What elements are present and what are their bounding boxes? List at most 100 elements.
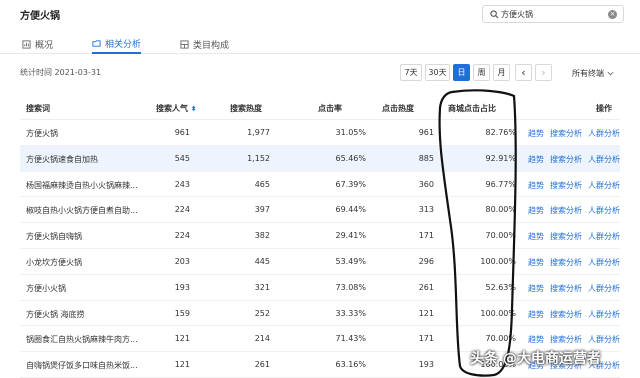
cell-mall-share: 70.00% — [485, 334, 516, 344]
terminal-label: 所有终端 — [572, 69, 604, 78]
trend-link[interactable]: 趋势 — [528, 257, 544, 268]
cell-click-heat: 261 — [418, 282, 434, 292]
row-actions: 趋势 搜索分析 人群分析 — [528, 154, 620, 165]
cell-mall-share: 92.91% — [485, 153, 516, 163]
trend-link[interactable]: 趋势 — [528, 231, 544, 242]
col-keyword: 搜索词 — [26, 104, 50, 113]
search-analysis-link[interactable]: 搜索分析 — [550, 309, 582, 320]
cell-popularity: 121 — [174, 334, 190, 344]
table-body: 方便火锅 961 1,977 31.05% 961 82.76% 趋势 搜索分析 人群分析 方便火… — [20, 120, 620, 378]
crowd-analysis-link[interactable]: 人群分析 — [588, 334, 620, 345]
cell-popularity: 224 — [174, 205, 190, 215]
table-row[interactable]: 杨国福麻辣烫自热小火锅麻辣... 243 465 67.39% 360 96.77% 趋势搜… — [20, 172, 620, 198]
chevron-down-icon — [607, 69, 614, 78]
trend-link[interactable]: 趋势 — [528, 334, 544, 345]
crowd-analysis-link[interactable]: 人群分析 — [588, 283, 620, 294]
tab-related-analysis[interactable]: 相关分析 — [92, 34, 142, 54]
tab-overview[interactable]: 概况 — [22, 34, 53, 54]
grid-icon — [180, 39, 189, 49]
next-button[interactable]: › — [535, 64, 552, 81]
toolbar: 统计时间 2021-03-31 7天 30天 日 周 月 ‹ › 所有终端 — [0, 62, 640, 84]
cell-click-heat: 193 — [418, 360, 434, 370]
range-7d-button[interactable]: 7天 — [400, 64, 422, 81]
table-row[interactable]: 方便小火锅 193 321 73.08% 261 52.63% 趋势 搜索分析 人群分析 — [20, 275, 620, 301]
cell-keyword: 方便火锅速食自加热 — [26, 154, 98, 164]
cell-ctr: 73.08% — [335, 282, 366, 292]
cell-heat: 1,152 — [247, 153, 270, 163]
table-row[interactable]: 方便火锅速食自加热 545 1,152 65.46% 885 92.91% 趋势 搜索分析 人群… — [20, 145, 620, 172]
cell-mall-share: 96.77% — [485, 179, 516, 189]
cell-keyword: 方便火锅 海底捞 — [26, 309, 85, 319]
terminal-select[interactable]: 所有终端 — [572, 68, 614, 79]
table-header: 搜索词 搜索人气 ⬍ 搜索热度 点击率 点击热度 商城点击占比 操作 — [20, 96, 620, 120]
trend-link[interactable]: 趋势 — [528, 283, 544, 294]
col-popularity[interactable]: 搜索人气 ⬍ — [156, 103, 197, 114]
cell-popularity: 545 — [174, 153, 190, 163]
cell-heat: 445 — [254, 256, 270, 266]
cell-heat: 261 — [254, 360, 270, 370]
trend-link[interactable]: 趋势 — [528, 205, 544, 216]
trend-link[interactable]: 趋势 — [528, 128, 544, 139]
col-heat: 搜索热度 — [230, 104, 262, 113]
col-click-heat: 点击热度 — [382, 104, 414, 113]
cell-popularity: 121 — [174, 360, 190, 370]
search-analysis-link[interactable]: 搜索分析 — [550, 257, 582, 268]
row-actions: 趋势 搜索分析 人群分析 — [528, 309, 620, 320]
search-analysis-link[interactable]: 搜索分析 — [550, 231, 582, 242]
crowd-analysis-link[interactable]: 人群分析 — [588, 309, 620, 320]
range-30d-button[interactable]: 30天 — [425, 64, 450, 81]
trend-link[interactable]: 趋势 — [528, 309, 544, 320]
crowd-analysis-link[interactable]: 人群分析 — [588, 205, 620, 216]
search-icon — [487, 7, 501, 21]
tab-category[interactable]: 类目构成 — [180, 34, 229, 54]
search-analysis-link[interactable]: 搜索分析 — [550, 334, 582, 345]
trend-link[interactable]: 趋势 — [528, 180, 544, 191]
range-day-button[interactable]: 日 — [453, 64, 470, 81]
table-row[interactable]: 椒吱自热小火锅方便自煮自助... 224 397 69.44% 313 80.00% 趋势搜… — [20, 197, 620, 224]
cell-ctr: 67.39% — [335, 179, 366, 189]
cell-mall-share: 100.00% — [480, 308, 516, 318]
cell-heat: 382 — [254, 231, 270, 241]
cell-keyword: 自嗨锅煲仔饭多口味自热米饭... — [26, 361, 138, 371]
cell-popularity: 243 — [174, 179, 190, 189]
cell-ctr: 69.44% — [335, 205, 366, 215]
table-row[interactable]: 小龙坎方便火锅 203 445 53.49% 296 100.00% 趋势 搜索分析 人群分析 — [20, 249, 620, 275]
clear-icon[interactable]: × — [608, 10, 617, 19]
tab-bar: 概况 相关分析 类目构成 — [0, 28, 640, 54]
cell-heat: 465 — [254, 179, 270, 189]
crowd-analysis-link[interactable]: 人群分析 — [588, 257, 620, 268]
crowd-analysis-link[interactable]: 人群分析 — [588, 231, 620, 242]
cell-mall-share: 82.76% — [485, 128, 516, 137]
search-analysis-link[interactable]: 搜索分析 — [550, 283, 582, 294]
cell-click-heat: 360 — [418, 179, 434, 189]
cell-keyword: 椒吱自热小火锅方便自煮自助... — [26, 206, 138, 216]
cell-keyword: 方便火锅 — [26, 129, 58, 138]
search-analysis-link[interactable]: 搜索分析 — [550, 180, 582, 191]
row-actions: 趋势 搜索分析 人群分析 — [528, 257, 620, 268]
search-input[interactable] — [501, 9, 601, 19]
table-row[interactable]: 方便火锅 海底捞 159 252 33.33% 121 100.00% 趋势 搜索分析 人群分析 — [20, 301, 620, 327]
search-analysis-link[interactable]: 搜索分析 — [550, 205, 582, 216]
watermark: 头条 @大电商运营者 — [470, 351, 601, 367]
cell-heat: 397 — [254, 205, 270, 215]
table-row[interactable]: 方便火锅自嗨锅 224 382 29.41% 171 70.00% 趋势 搜索分析 人群分析 — [20, 223, 620, 249]
search-analysis-link[interactable]: 搜索分析 — [550, 154, 582, 165]
range-month-button[interactable]: 月 — [493, 64, 510, 81]
sort-icon[interactable]: ⬍ — [191, 105, 197, 113]
prev-button[interactable]: ‹ — [515, 64, 532, 81]
crowd-analysis-link[interactable]: 人群分析 — [588, 180, 620, 191]
trend-link[interactable]: 趋势 — [528, 154, 544, 165]
col-ctr: 点击率 — [318, 104, 342, 113]
crowd-analysis-link[interactable]: 人群分析 — [588, 128, 620, 139]
search-analysis-link[interactable]: 搜索分析 — [550, 128, 582, 139]
cell-popularity: 961 — [174, 128, 190, 137]
col-ops: 操作 — [596, 104, 612, 113]
cell-ctr: 31.05% — [335, 128, 366, 137]
crowd-analysis-link[interactable]: 人群分析 — [588, 154, 620, 165]
range-week-button[interactable]: 周 — [473, 64, 490, 81]
table-row[interactable]: 方便火锅 961 1,977 31.05% 961 82.76% 趋势 搜索分析 人群分析 — [20, 120, 620, 146]
search-box[interactable]: × — [482, 5, 624, 23]
cell-ctr: 65.46% — [335, 153, 366, 163]
cell-ctr: 29.41% — [335, 231, 366, 241]
folder-icon — [92, 39, 101, 48]
